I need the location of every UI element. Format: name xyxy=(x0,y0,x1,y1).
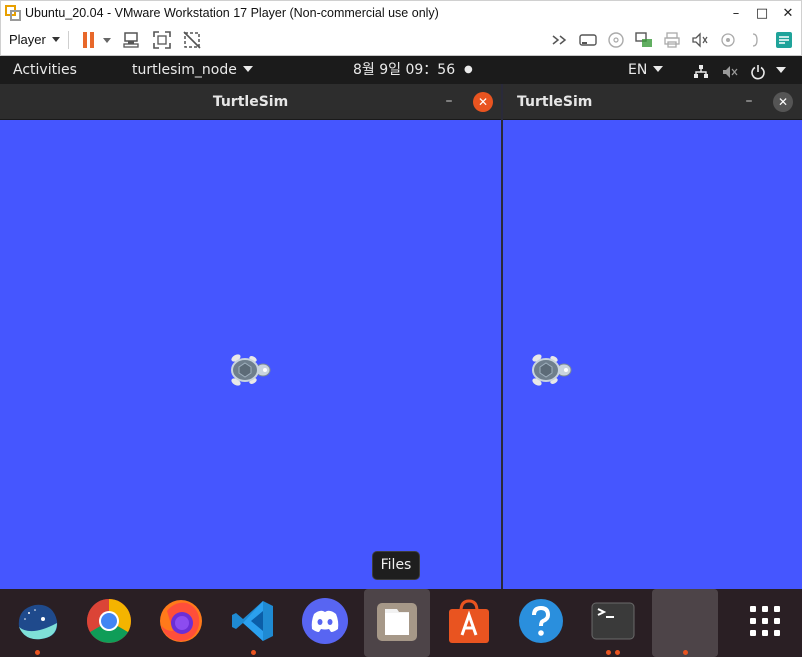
app-grid-icon xyxy=(750,606,780,636)
turtlesim-window-2[interactable]: TurtleSim – ✕ xyxy=(503,84,802,589)
cd-icon xyxy=(608,32,624,48)
input-source-menu[interactable]: EN xyxy=(628,56,664,84)
turtle-icon xyxy=(527,350,573,390)
pause-button[interactable] xyxy=(77,27,117,53)
vscode-icon xyxy=(232,601,273,641)
activities-button[interactable]: Activities xyxy=(13,56,77,84)
running-indicator xyxy=(615,650,620,655)
discord-icon xyxy=(302,598,348,644)
chevron-down-icon xyxy=(242,66,253,72)
clock[interactable]: 8월 9일 09：56 xyxy=(353,56,455,84)
vmware-toolbar: Player xyxy=(0,24,802,56)
running-indicator xyxy=(606,650,611,655)
help-icon xyxy=(519,599,563,643)
sound-button[interactable] xyxy=(687,27,713,53)
software-icon xyxy=(449,599,489,643)
volume-muted-icon[interactable] xyxy=(722,62,738,78)
devices-more-button[interactable] xyxy=(743,27,769,53)
chevron-down-icon xyxy=(51,37,60,42)
minimize-button[interactable]: – xyxy=(440,94,458,110)
dock-item-discord[interactable] xyxy=(292,589,358,657)
usb-icon xyxy=(721,33,735,47)
window-title: TurtleSim xyxy=(212,94,289,110)
app-menu[interactable]: turtlesim_node xyxy=(132,56,253,84)
unity-icon xyxy=(183,30,201,49)
send-ctrl-alt-del-icon xyxy=(123,31,139,48)
window-header[interactable]: TurtleSim – ✕ xyxy=(0,84,501,120)
sound-icon xyxy=(692,32,708,48)
running-indicator xyxy=(683,650,688,655)
fullscreen-button[interactable] xyxy=(147,27,177,53)
dock-tooltip: Files xyxy=(372,551,420,580)
running-indicator xyxy=(251,650,256,655)
hard-disk-button[interactable] xyxy=(575,27,601,53)
screen-record-indicator: ● xyxy=(464,64,473,75)
dock-item-files[interactable] xyxy=(364,589,430,657)
pause-icon xyxy=(82,31,111,48)
dock-item-whale[interactable] xyxy=(4,589,70,657)
printer-icon xyxy=(664,32,680,48)
usb-button[interactable] xyxy=(715,27,741,53)
send-ctrl-alt-del-button[interactable] xyxy=(117,27,147,53)
app-menu-label: turtlesim_node xyxy=(132,62,237,78)
show-applications-button[interactable] xyxy=(732,589,798,657)
dock-item-turtlesim[interactable] xyxy=(652,589,718,657)
message-log-button[interactable] xyxy=(771,27,797,53)
vmware-title-bar: Ubuntu_20.04 - VMware Workstation 17 Pla… xyxy=(0,0,802,24)
maximize-button[interactable]: □ xyxy=(749,1,775,25)
turtle-icon xyxy=(226,350,272,390)
chrome-icon xyxy=(87,599,131,643)
system-menu-arrow[interactable] xyxy=(776,67,786,75)
blank-app-icon xyxy=(661,597,709,645)
whale-icon xyxy=(18,604,58,640)
dock-item-chrome[interactable] xyxy=(76,589,142,657)
chevron-down-icon xyxy=(653,66,664,72)
more-devices-icon xyxy=(552,35,567,45)
more-devices-button[interactable] xyxy=(547,27,573,53)
hard-disk-icon xyxy=(579,34,597,46)
vmware-app-icon xyxy=(5,4,21,21)
input-source-label: EN xyxy=(628,62,648,78)
ubuntu-dock xyxy=(0,589,802,657)
fullscreen-icon xyxy=(153,30,171,49)
close-button[interactable]: ✕ xyxy=(775,1,801,25)
toolbar-divider xyxy=(67,30,69,49)
files-icon xyxy=(377,603,417,641)
running-indicator xyxy=(35,650,40,655)
dock-item-help[interactable] xyxy=(508,589,574,657)
dock-item-ubuntu-software[interactable] xyxy=(436,589,502,657)
window-header[interactable]: TurtleSim – ✕ xyxy=(503,84,802,120)
terminal-icon xyxy=(591,602,635,640)
dock-item-vscode[interactable] xyxy=(220,589,286,657)
minimize-button[interactable]: – xyxy=(723,1,749,25)
minimize-button[interactable]: – xyxy=(740,94,758,110)
turtle-canvas xyxy=(0,120,501,589)
ubuntu-top-bar: Activities turtlesim_node 8월 9일 09：56 ● … xyxy=(0,56,802,84)
network-icon xyxy=(635,32,652,47)
devices-more-icon xyxy=(752,33,758,47)
close-button[interactable]: ✕ xyxy=(773,92,793,112)
player-menu-label: Player xyxy=(9,32,46,47)
vmware-window-title: Ubuntu_20.04 - VMware Workstation 17 Pla… xyxy=(25,5,439,20)
message-log-icon xyxy=(776,32,792,48)
turtlesim-window-1[interactable]: TurtleSim – ✕ xyxy=(0,84,501,589)
power-icon[interactable] xyxy=(750,62,766,80)
player-menu[interactable]: Player xyxy=(9,32,60,47)
window-title: TurtleSim xyxy=(517,94,593,110)
dock-item-terminal[interactable] xyxy=(580,589,646,657)
unity-button[interactable] xyxy=(177,27,207,53)
network-status-icon[interactable] xyxy=(693,62,709,78)
close-button[interactable]: ✕ xyxy=(473,92,493,112)
turtle-canvas xyxy=(503,120,802,589)
dock-item-firefox[interactable] xyxy=(148,589,214,657)
network-adapter-button[interactable] xyxy=(631,27,657,53)
firefox-icon xyxy=(160,600,202,642)
printer-button[interactable] xyxy=(659,27,685,53)
cd-button[interactable] xyxy=(603,27,629,53)
